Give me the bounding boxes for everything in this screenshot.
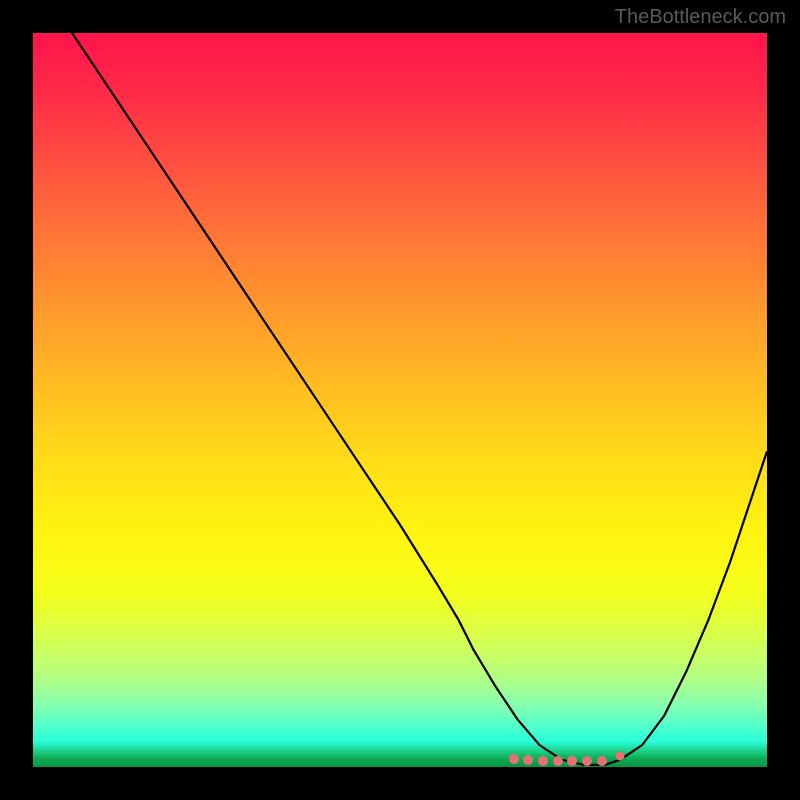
marker-dot — [567, 756, 577, 766]
optimal-range-dots — [33, 33, 767, 767]
chart-plot-area — [33, 33, 767, 767]
marker-dot — [597, 756, 607, 766]
marker-dot — [523, 755, 533, 765]
marker-dot — [553, 756, 563, 766]
marker-dot — [509, 754, 519, 764]
marker-dot — [616, 751, 625, 760]
marker-dot — [538, 756, 548, 766]
watermark-text: TheBottleneck.com — [615, 6, 786, 29]
marker-dot — [582, 756, 592, 766]
